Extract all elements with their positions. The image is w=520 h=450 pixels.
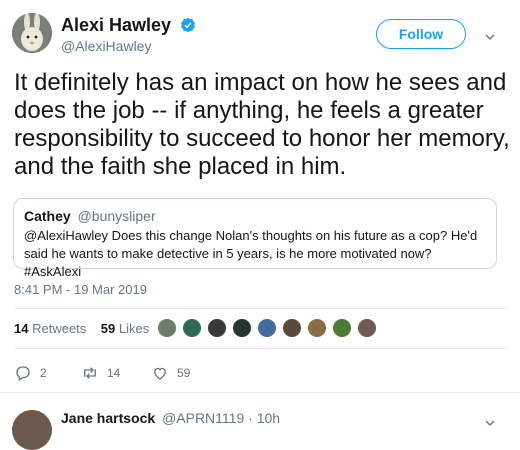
quoted-tweet[interactable]: Cathey @bunysliper @AlexiHawley Does thi… xyxy=(13,198,497,279)
thread-divider xyxy=(0,392,520,393)
author-avatar[interactable] xyxy=(12,13,52,53)
reply-author-name[interactable]: Jane hartsock xyxy=(61,410,155,426)
liker-avatar[interactable] xyxy=(332,318,352,338)
engagement-stats: 14 Retweets 59 Likes xyxy=(14,321,149,336)
like-count: 59 xyxy=(177,366,191,380)
tweet-timestamp[interactable]: 8:41 PM - 19 Mar 2019 xyxy=(14,282,147,297)
reply-count: 2 xyxy=(40,366,47,380)
divider xyxy=(14,348,507,349)
heart-icon xyxy=(154,367,166,380)
reply-preview-header: Jane hartsock @APRN1119 · 10h xyxy=(61,410,281,426)
reply-icon xyxy=(16,366,30,381)
retweets-count: 14 xyxy=(14,321,29,336)
liker-avatar[interactable] xyxy=(257,318,277,338)
reply-action[interactable]: 2 xyxy=(14,364,47,382)
quoted-tweet-text: @AlexiHawley Does this change Nolan's th… xyxy=(24,228,478,279)
likes-label: Likes xyxy=(118,321,150,336)
liker-avatar[interactable] xyxy=(157,318,177,338)
reply-author-handle[interactable]: @APRN1119 xyxy=(162,410,244,426)
verified-badge-icon xyxy=(180,17,195,33)
liker-avatar[interactable] xyxy=(207,318,227,338)
likes-stat[interactable]: 59 Likes xyxy=(101,321,149,336)
retweet-icon xyxy=(84,367,96,379)
retweets-stat[interactable]: 14 Retweets xyxy=(14,321,86,336)
liker-avatar[interactable] xyxy=(357,318,377,338)
rabbit-avatar-icon xyxy=(12,13,52,53)
liker-avatar[interactable] xyxy=(232,318,252,338)
liker-avatar[interactable] xyxy=(282,318,302,338)
more-options-button[interactable] xyxy=(485,29,495,47)
quoted-tweet-author: Cathey @bunysliper xyxy=(24,208,156,224)
likes-count: 59 xyxy=(100,321,116,336)
retweet-action[interactable]: 14 xyxy=(81,364,120,382)
tweet-text: It definitely has an impact on how he se… xyxy=(14,69,510,180)
retweet-count: 14 xyxy=(107,366,121,380)
reply-avatar[interactable] xyxy=(12,410,52,450)
reply-time[interactable]: 10h xyxy=(257,410,280,426)
divider xyxy=(14,308,507,309)
reply-more-options-button[interactable] xyxy=(485,415,495,433)
author-name-row: Alexi Hawley xyxy=(61,15,196,36)
chevron-down-icon xyxy=(485,34,495,41)
like-action[interactable]: 59 xyxy=(151,364,190,382)
chevron-down-icon xyxy=(485,420,495,427)
author-name[interactable]: Alexi Hawley xyxy=(61,15,171,35)
quoted-author-handle: @bunysliper xyxy=(77,208,156,224)
follow-button[interactable]: Follow xyxy=(376,19,466,49)
liker-avatar[interactable] xyxy=(307,318,327,338)
liker-avatar[interactable] xyxy=(182,318,202,338)
author-handle[interactable]: @AlexiHawley xyxy=(61,38,151,54)
retweets-label: Retweets xyxy=(32,321,87,336)
quoted-author-name: Cathey xyxy=(24,208,71,224)
